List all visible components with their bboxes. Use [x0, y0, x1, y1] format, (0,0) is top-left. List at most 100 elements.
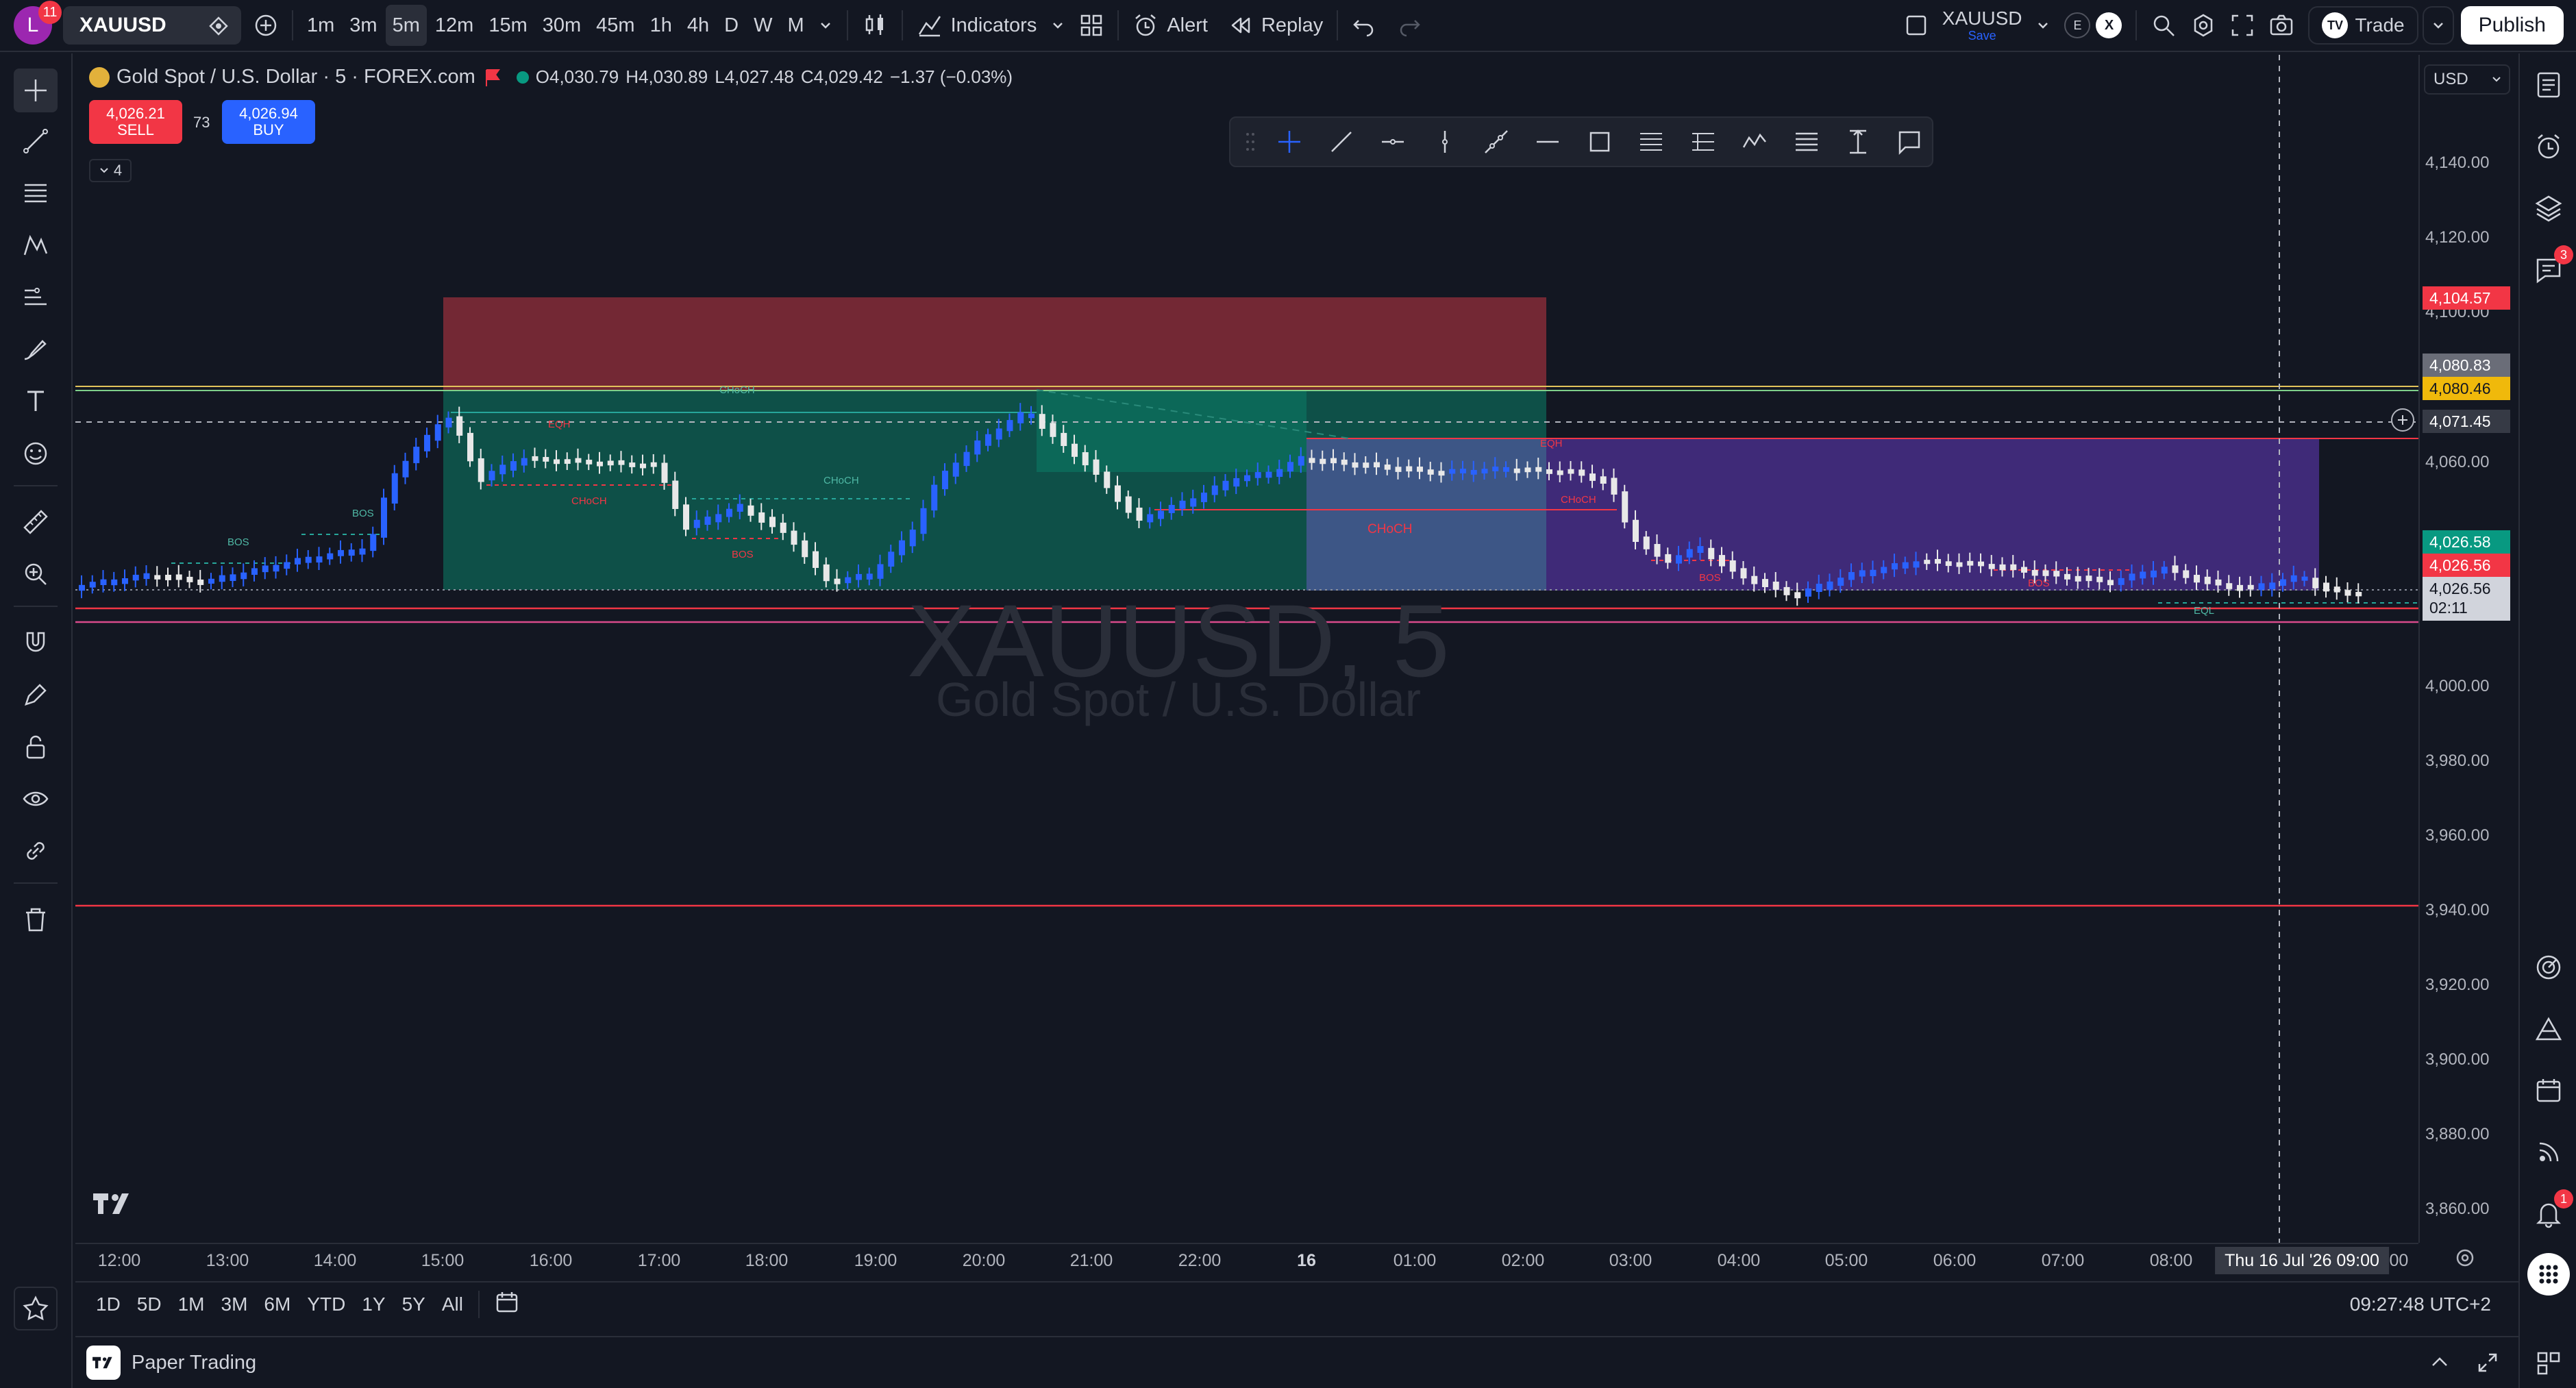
vertical-line-draw-button[interactable] — [1422, 121, 1467, 162]
interval-D[interactable]: D — [717, 5, 745, 46]
remove-drawings-tool[interactable] — [14, 897, 58, 941]
interval-12m[interactable]: 12m — [428, 5, 480, 46]
chats-button[interactable]: 3 — [2527, 245, 2573, 292]
multi-chart-checkbox[interactable] — [1897, 5, 1935, 46]
undo-button[interactable] — [1345, 5, 1382, 46]
fib-draw-button[interactable] — [1629, 121, 1674, 162]
settings-button[interactable] — [2183, 5, 2223, 46]
replay-button[interactable]: Replay — [1222, 5, 1330, 46]
time-axis[interactable]: 12:00 13:00 14:00 15:00 16:00 17:00 18:00 19:00… — [75, 1243, 2418, 1276]
layout-templates-button[interactable] — [1072, 5, 1111, 46]
exchange-e-button[interactable]: E — [2064, 12, 2091, 38]
screenshot-button[interactable] — [2262, 5, 2301, 46]
add-symbol-button[interactable] — [247, 5, 285, 46]
paper-trading-tab[interactable]: Paper Trading — [75, 1346, 256, 1380]
gann-draw-button[interactable] — [1784, 121, 1829, 162]
flag-icon[interactable] — [482, 67, 503, 88]
range-1y[interactable]: 1Y — [354, 1293, 393, 1315]
zoom-tool[interactable] — [14, 552, 58, 596]
stay-in-drawing-tool[interactable] — [14, 673, 58, 717]
hide-drawings-tool[interactable] — [14, 777, 58, 821]
range-all[interactable]: All — [434, 1293, 471, 1315]
pattern-tool[interactable] — [14, 223, 58, 267]
clock-timezone[interactable]: 09:27:48 UTC+2 — [2342, 1293, 2518, 1315]
magnet-tool[interactable] — [14, 621, 58, 665]
interval-3m[interactable]: 3m — [343, 5, 384, 46]
extended-line-draw-button[interactable] — [1474, 121, 1518, 162]
symbol-search-button[interactable]: XAUUSD — [63, 6, 241, 45]
trend-line-tool[interactable] — [14, 119, 58, 163]
tradingview-watermark-logo[interactable] — [92, 1192, 134, 1220]
range-6m[interactable]: 6M — [256, 1293, 299, 1315]
calendar-button[interactable] — [2527, 1069, 2571, 1113]
range-1m[interactable]: 1M — [170, 1293, 213, 1315]
price-range-draw-button[interactable] — [1835, 121, 1880, 162]
sell-button[interactable]: 4,026.21 SELL — [89, 100, 182, 144]
fib-tool[interactable] — [14, 171, 58, 215]
price-axis[interactable]: USD 4,140.00 4,120.00 4,100.00 4,060.00 … — [2418, 55, 2518, 1243]
notifications-button[interactable]: 1 — [2527, 1189, 2573, 1236]
trade-button[interactable]: TV Trade — [2308, 6, 2418, 45]
measure-tool[interactable] — [14, 500, 58, 544]
maximize-panel-button[interactable] — [2470, 1346, 2505, 1380]
forecast-tool[interactable] — [14, 275, 58, 319]
interval-1h[interactable]: 1h — [643, 5, 679, 46]
interval-45m[interactable]: 45m — [589, 5, 641, 46]
interval-W[interactable]: W — [747, 5, 779, 46]
exchange-x-button[interactable]: X — [2096, 12, 2122, 38]
lock-drawings-tool[interactable] — [14, 725, 58, 769]
ideas-button[interactable] — [2527, 945, 2571, 989]
indicators-collapse-toggle[interactable]: 4 — [89, 159, 132, 182]
publish-button[interactable]: Publish — [2460, 6, 2564, 45]
trade-dropdown[interactable] — [2422, 6, 2454, 45]
chart-pane[interactable]: CHoCH EQH CHoCH CHoCH BOS BOS BOS CHoCH … — [75, 55, 2418, 1243]
hotlists-button[interactable] — [2527, 1007, 2571, 1051]
favorites-tool[interactable] — [14, 1287, 58, 1330]
range-3m[interactable]: 3M — [213, 1293, 256, 1315]
interval-M[interactable]: M — [780, 5, 810, 46]
brush-tool[interactable] — [14, 327, 58, 371]
pattern-draw-button[interactable] — [1732, 121, 1776, 162]
expand-panel-button[interactable] — [2423, 1346, 2457, 1380]
help-button[interactable] — [2527, 1341, 2571, 1385]
horizontal-line-draw-button[interactable] — [1526, 121, 1570, 162]
position-draw-button[interactable] — [1681, 121, 1725, 162]
redo-button[interactable] — [1391, 5, 1428, 46]
watchlist-button[interactable] — [2527, 63, 2571, 107]
compare-diamond-icon[interactable] — [208, 16, 229, 36]
interval-15m[interactable]: 15m — [482, 5, 534, 46]
buy-button[interactable]: 4,026.94 BUY — [222, 100, 315, 144]
interval-1m[interactable]: 1m — [300, 5, 341, 46]
object-tree-button[interactable] — [2527, 186, 2571, 230]
drag-handle[interactable] — [1240, 121, 1261, 162]
range-1d[interactable]: 1D — [88, 1293, 129, 1315]
crosshair-draw-button[interactable] — [1267, 121, 1312, 162]
user-avatar[interactable]: L 11 — [14, 1, 62, 45]
crosshair-tool[interactable] — [14, 69, 58, 112]
layout-name-button[interactable]: XAUUSD Save — [1935, 5, 2029, 46]
rectangle-draw-button[interactable] — [1577, 121, 1622, 162]
goto-date-button[interactable] — [486, 1290, 528, 1319]
indicators-button[interactable]: Indicators — [910, 5, 1044, 46]
trendline-draw-button[interactable] — [1319, 121, 1363, 162]
apps-button[interactable] — [2527, 1252, 2571, 1296]
legend-title[interactable]: Gold Spot / U.S. Dollar · 5 · FOREX.com — [116, 66, 475, 88]
alert-button[interactable]: Alert — [1126, 5, 1215, 46]
sync-drawings-tool[interactable] — [14, 829, 58, 873]
interval-4h[interactable]: 4h — [680, 5, 716, 46]
interval-dropdown[interactable] — [811, 5, 840, 46]
layout-dropdown[interactable] — [2029, 5, 2057, 46]
chart-settings-button[interactable] — [2453, 1246, 2477, 1270]
interval-30m[interactable]: 30m — [536, 5, 588, 46]
crosshair-add-button[interactable] — [2391, 408, 2414, 432]
ray-draw-button[interactable] — [1371, 121, 1415, 162]
range-ytd[interactable]: YTD — [299, 1293, 354, 1315]
text-tool[interactable] — [14, 380, 58, 423]
indicators-dropdown[interactable] — [1043, 5, 1072, 46]
signals-button[interactable] — [2527, 1130, 2571, 1174]
chart-type-button[interactable] — [855, 5, 895, 46]
alerts-panel-button[interactable] — [2527, 125, 2571, 169]
range-5d[interactable]: 5D — [129, 1293, 170, 1315]
comment-draw-button[interactable] — [1887, 121, 1932, 162]
emoji-tool[interactable] — [14, 432, 58, 475]
